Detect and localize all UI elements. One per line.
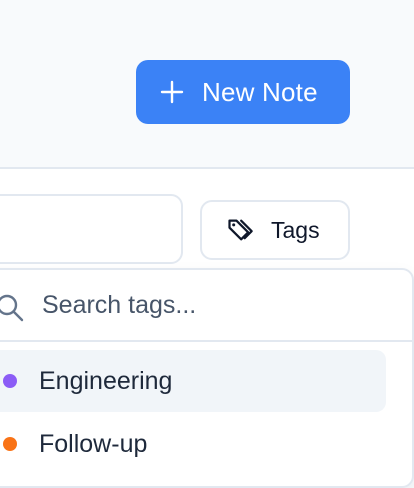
tag-search-row <box>0 270 412 342</box>
tag-item-label: Follow-up <box>39 429 148 458</box>
notes-search-input[interactable] <box>0 194 183 264</box>
new-note-label: New Note <box>202 76 318 107</box>
filter-bar: Tags Engineering Follow-up <box>0 169 414 488</box>
search-icon <box>0 294 24 322</box>
tag-search-input[interactable] <box>42 282 372 328</box>
tag-icon <box>228 219 253 241</box>
tag-item-follow-up[interactable]: Follow-up <box>0 413 386 475</box>
tag-item-engineering[interactable]: Engineering <box>0 350 386 412</box>
tags-button-label: Tags <box>271 216 320 243</box>
new-note-button[interactable]: New Note <box>136 60 350 124</box>
plus-icon <box>160 80 184 104</box>
tag-item-label: Engineering <box>39 366 173 395</box>
tag-color-dot <box>3 437 17 451</box>
tags-filter-button[interactable]: Tags <box>200 200 350 260</box>
page-header: New Note <box>0 0 414 169</box>
tag-color-dot <box>3 374 17 388</box>
tag-dropdown: Engineering Follow-up <box>0 268 414 488</box>
